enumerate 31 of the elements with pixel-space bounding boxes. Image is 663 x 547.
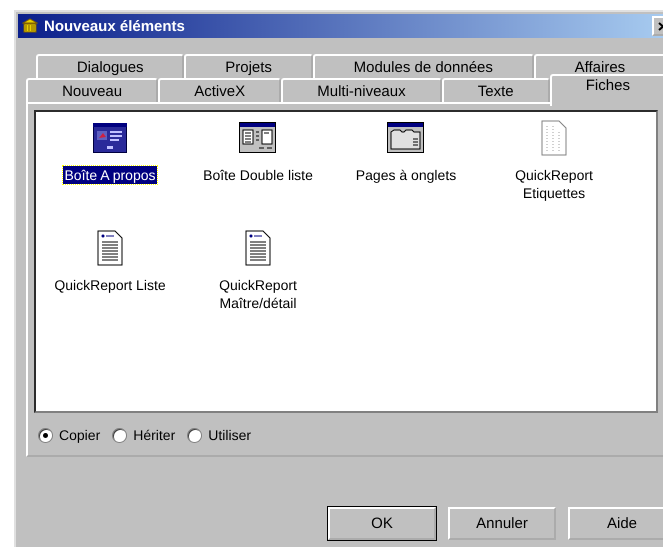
item-label[interactable]: Pages à onglets bbox=[340, 166, 472, 184]
tab[interactable]: Texte bbox=[442, 78, 550, 102]
tab[interactable]: Nouveau bbox=[26, 78, 158, 102]
item-label[interactable]: QuickReport Liste bbox=[44, 276, 176, 294]
report-page-icon bbox=[97, 230, 123, 266]
report-page-icon bbox=[245, 230, 271, 266]
about-box-icon bbox=[93, 123, 127, 153]
item-label[interactable]: Boîte A propos bbox=[63, 166, 157, 184]
item-label[interactable]: QuickReport Etiquettes bbox=[488, 166, 620, 202]
item-label[interactable]: QuickReport Maître/détail bbox=[192, 276, 324, 312]
dialog-button[interactable]: OK bbox=[328, 507, 436, 540]
dual-list-window-icon bbox=[239, 122, 277, 154]
tab[interactable]: Fiches bbox=[550, 74, 663, 106]
window-title: Nouveaux éléments bbox=[44, 18, 186, 34]
radio-button[interactable] bbox=[38, 428, 53, 442]
tabbed-window-icon bbox=[387, 122, 425, 154]
dialog-button[interactable]: Aide bbox=[568, 507, 663, 540]
item-label[interactable]: Boîte Double liste bbox=[192, 166, 324, 184]
tab[interactable]: ActiveX bbox=[158, 78, 282, 102]
dialog-button[interactable]: Annuler bbox=[448, 507, 556, 540]
building-icon bbox=[22, 18, 38, 34]
radio-label[interactable]: Copier bbox=[59, 427, 100, 443]
tab[interactable]: Dialogues bbox=[36, 54, 184, 78]
radio-button[interactable] bbox=[187, 428, 202, 442]
tab[interactable]: Multi-niveaux bbox=[281, 78, 442, 102]
radio-button[interactable] bbox=[112, 428, 128, 442]
tab[interactable]: Projets bbox=[184, 54, 313, 78]
tab[interactable]: Modules de données bbox=[312, 54, 534, 78]
label-sheet-icon bbox=[541, 120, 567, 156]
radio-label[interactable]: Utiliser bbox=[208, 427, 252, 443]
radio-label[interactable]: Hériter bbox=[133, 427, 176, 443]
